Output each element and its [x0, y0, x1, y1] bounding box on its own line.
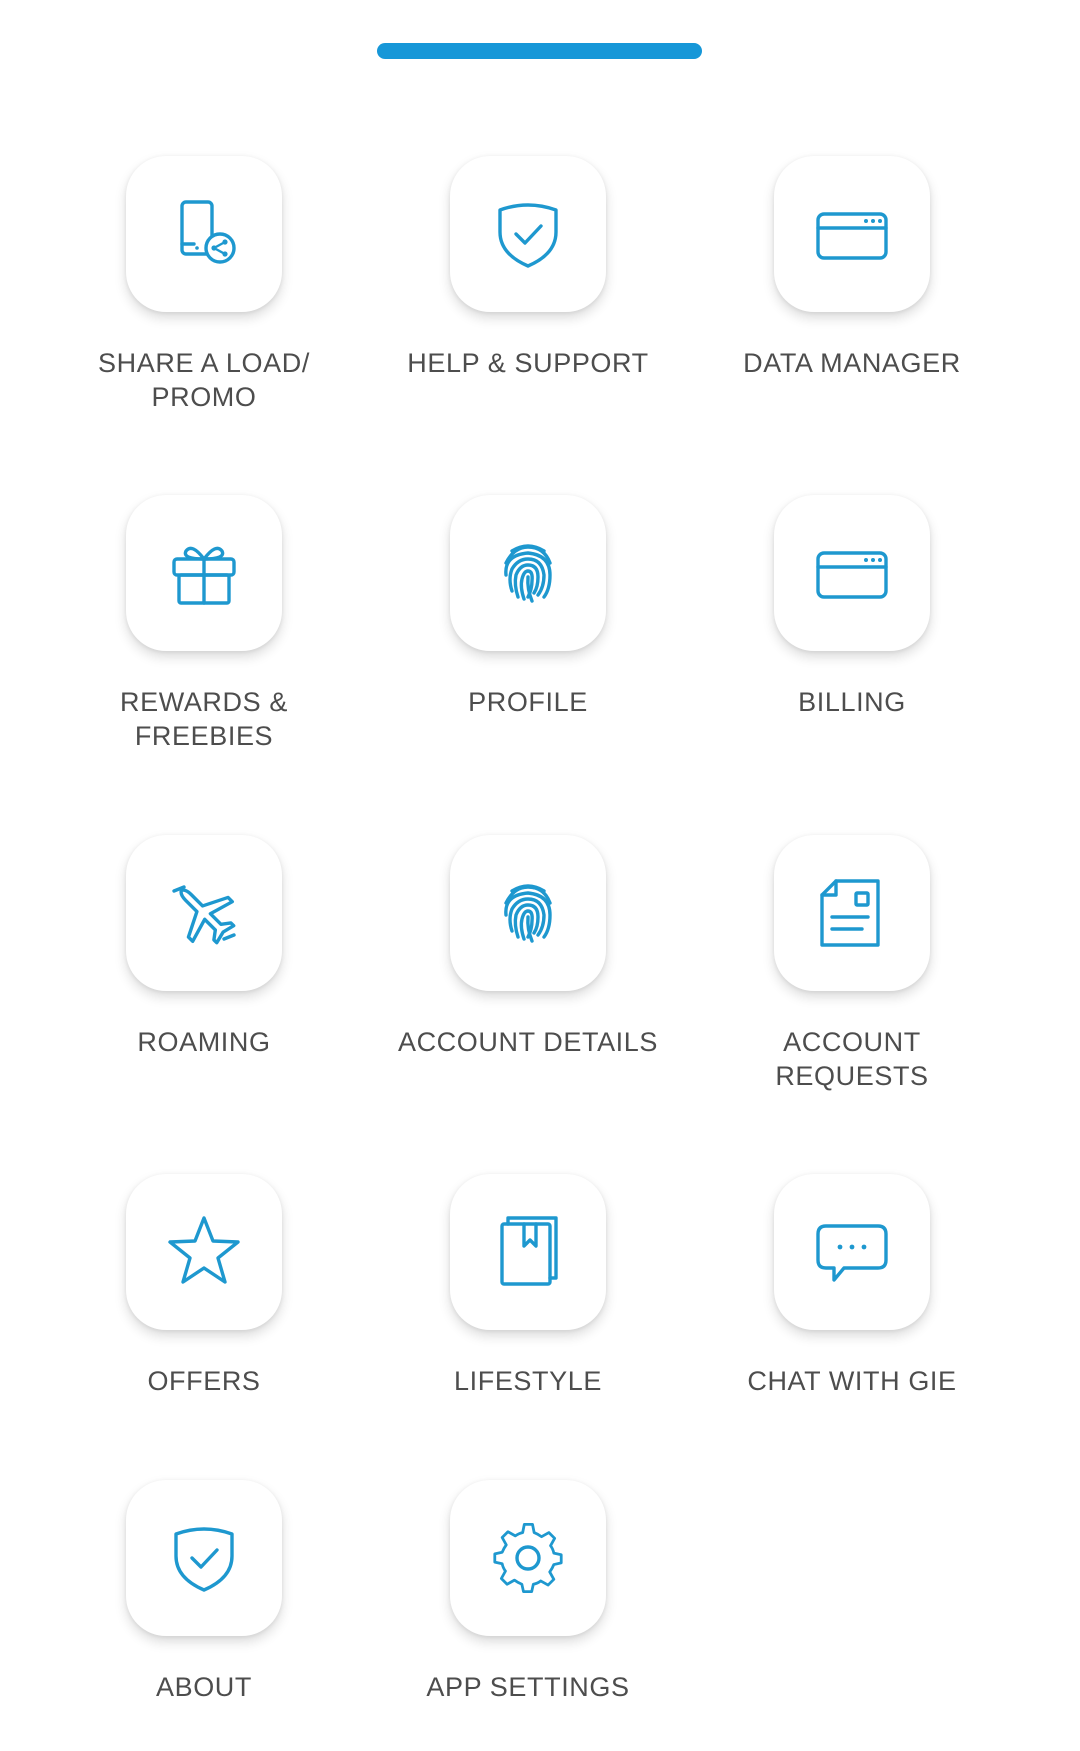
- data-manager-tile[interactable]: [774, 156, 930, 312]
- share-load-icon: [180, 200, 236, 264]
- drag-handle[interactable]: [377, 43, 702, 59]
- shield-check-icon: [174, 1527, 234, 1592]
- menu-item-label: REWARDS & FREEBIES: [120, 687, 288, 751]
- account-details-tile[interactable]: [450, 835, 606, 991]
- chat-with-gie-tile[interactable]: [774, 1174, 930, 1330]
- profile-tile[interactable]: [450, 495, 606, 651]
- shield-check-icon: [498, 203, 558, 268]
- airplane-icon: [172, 885, 236, 945]
- menu-item-label: BILLING: [798, 687, 906, 717]
- menu-item-data-manager[interactable]: DATA MANAGER: [682, 156, 1022, 380]
- menu-item-label: ABOUT: [155, 1672, 252, 1702]
- menu-item-profile[interactable]: PROFILE: [358, 495, 698, 719]
- gift-icon: [172, 546, 236, 605]
- menu-item-label: ROAMING: [137, 1027, 271, 1057]
- menu-item-label: HELP & SUPPORT: [407, 348, 649, 378]
- menu-item-help-support[interactable]: HELP & SUPPORT: [358, 156, 698, 380]
- menu-item-label: CHAT WITH GIE: [747, 1366, 957, 1396]
- share-load-tile[interactable]: [126, 156, 282, 312]
- lifestyle-tile[interactable]: [450, 1174, 606, 1330]
- app-settings-tile[interactable]: [450, 1480, 606, 1636]
- menu-item-label: OFFERS: [147, 1366, 261, 1396]
- fingerprint-icon: [504, 884, 552, 943]
- menu-item-rewards[interactable]: REWARDS & FREEBIES: [34, 495, 374, 753]
- menu-item-share-load[interactable]: SHARE A LOAD/ PROMO: [34, 156, 374, 414]
- star-icon: [168, 1216, 240, 1284]
- rewards-tile[interactable]: [126, 495, 282, 651]
- menu-item-label: SHARE A LOAD/ PROMO: [98, 348, 310, 412]
- menu-item-label: APP SETTINGS: [426, 1672, 630, 1702]
- offers-tile[interactable]: [126, 1174, 282, 1330]
- about-tile[interactable]: [126, 1480, 282, 1636]
- menu-item-about[interactable]: ABOUT: [34, 1480, 374, 1704]
- menu-item-roaming[interactable]: ROAMING: [34, 835, 374, 1059]
- chat-bubble-icon: [816, 1224, 888, 1282]
- menu-item-billing[interactable]: BILLING: [682, 495, 1022, 719]
- menu-item-account-requests[interactable]: ACCOUNT REQUESTS: [682, 835, 1022, 1093]
- roaming-tile[interactable]: [126, 835, 282, 991]
- help-support-tile[interactable]: [450, 156, 606, 312]
- menu-item-label: DATA MANAGER: [743, 348, 961, 378]
- menu-item-account-details[interactable]: ACCOUNT DETAILS: [358, 835, 698, 1059]
- menu-item-label: ACCOUNT DETAILS: [397, 1027, 659, 1057]
- fingerprint-icon: [504, 544, 552, 603]
- menu-item-chat-with-gie[interactable]: CHAT WITH GIE: [682, 1174, 1022, 1398]
- menu-item-label: PROFILE: [468, 687, 588, 717]
- browser-card-icon: [816, 212, 888, 260]
- account-requests-tile[interactable]: [774, 835, 930, 991]
- menu-item-app-settings[interactable]: APP SETTINGS: [358, 1480, 698, 1704]
- book-icon: [500, 1216, 558, 1286]
- billing-tile[interactable]: [774, 495, 930, 651]
- browser-card-icon: [816, 551, 888, 599]
- gear-icon: [493, 1522, 563, 1594]
- menu-item-label: ACCOUNT REQUESTS: [775, 1027, 929, 1091]
- menu-item-lifestyle[interactable]: LIFESTYLE: [358, 1174, 698, 1398]
- menu-item-label: LIFESTYLE: [454, 1366, 602, 1396]
- menu-item-offers[interactable]: OFFERS: [34, 1174, 374, 1398]
- document-icon: [820, 879, 880, 947]
